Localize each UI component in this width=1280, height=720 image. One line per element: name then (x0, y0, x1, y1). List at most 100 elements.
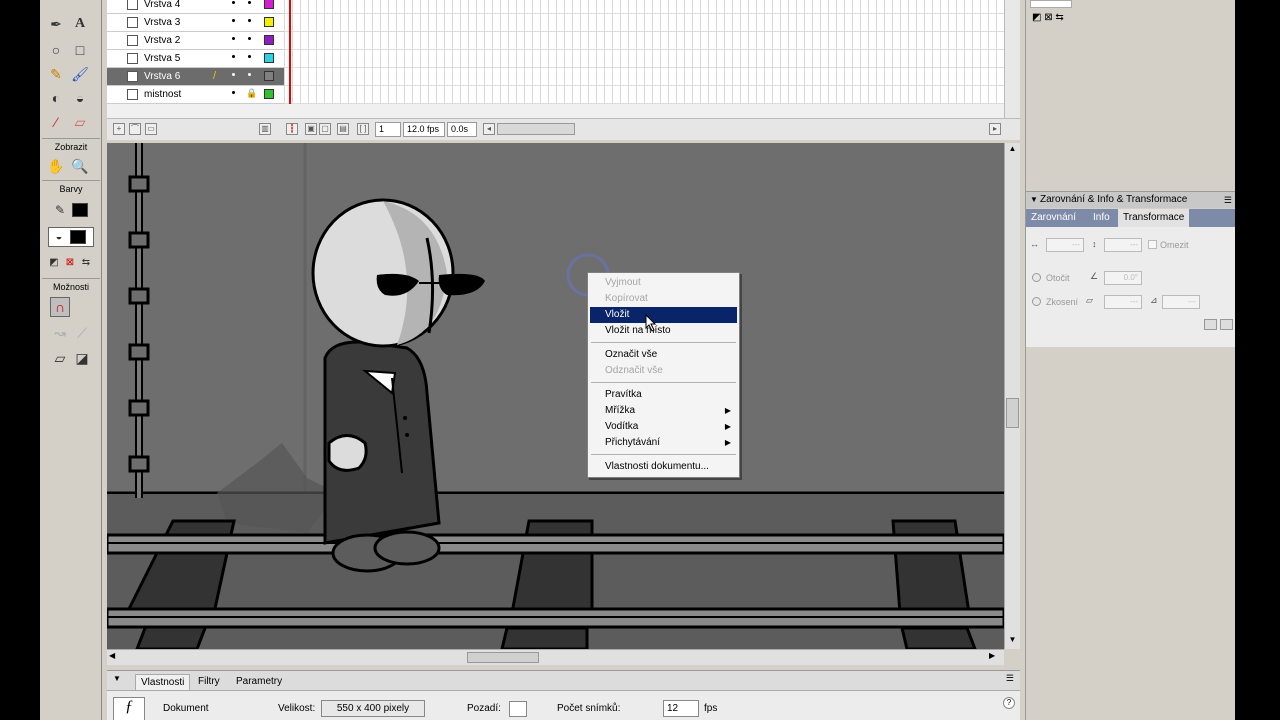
scroll-down-arrow-icon[interactable]: ▼ (1006, 635, 1019, 647)
menu-item-document-properties[interactable]: Vlastnosti dokumentu... (590, 459, 737, 475)
add-layer-icon[interactable]: + (113, 123, 125, 135)
outline-color-box[interactable] (264, 53, 274, 63)
visibility-dot[interactable] (232, 73, 235, 76)
menu-item-guides[interactable]: Vodítka ▶ (590, 419, 737, 435)
eyedropper-icon[interactable]: ⁄ (46, 112, 66, 132)
add-folder-icon[interactable]: ▭ (145, 123, 157, 135)
paint-bucket-icon[interactable]: ◒ (70, 88, 90, 108)
text-tool-icon[interactable]: A (70, 14, 90, 34)
lock-dot[interactable] (248, 73, 251, 76)
tab-filters[interactable]: Filtry (193, 674, 225, 690)
height-scale-field[interactable]: --- (1104, 238, 1142, 252)
swap-colors-icon[interactable]: ⇆ (76, 252, 96, 272)
brush-icon[interactable]: 🖌 (70, 64, 90, 84)
scroll-up-arrow-icon[interactable]: ▲ (1006, 144, 1019, 156)
zoom-icon[interactable]: 🔍 (70, 156, 90, 176)
rotate-radio[interactable] (1032, 273, 1041, 282)
stage-vertical-scroll-thumb[interactable] (1006, 398, 1019, 428)
outline-color-box[interactable] (264, 17, 274, 27)
center-frame-icon[interactable]: ┇ (286, 123, 298, 135)
outline-color-box[interactable] (264, 89, 274, 99)
layer-row[interactable]: Vrstva 5 (107, 50, 284, 68)
stage-horizontal-scroll-thumb[interactable] (467, 652, 539, 663)
timeline-horizontal-scroll-thumb[interactable] (497, 123, 575, 135)
pen-icon[interactable]: ✒ (46, 14, 66, 34)
rotate-skew-icon[interactable]: ▱ (50, 348, 70, 368)
outline-color-box[interactable] (264, 0, 274, 9)
menu-item-paste[interactable]: Vložit (590, 307, 737, 323)
lock-icon[interactable]: 🔒 (246, 88, 257, 99)
fill-color-row[interactable]: ◒ (48, 227, 94, 247)
frame-rate-input[interactable]: 12 (663, 700, 699, 717)
hand-icon[interactable]: ✋ (46, 156, 66, 176)
oval-icon[interactable]: ○ (46, 40, 66, 60)
color-mode-icons[interactable]: ◩ ⊠ ⇆ (1032, 12, 1064, 23)
visibility-dot[interactable] (232, 19, 235, 22)
background-color-swatch[interactable] (509, 701, 527, 717)
timeline-vertical-scrollbar[interactable] (1004, 0, 1020, 120)
stage-vertical-scrollbar[interactable]: ▲ ▼ (1004, 143, 1020, 649)
skew-radio[interactable] (1032, 297, 1041, 306)
outline-color-box[interactable] (264, 35, 274, 45)
pencil-icon[interactable]: ✎ (46, 64, 66, 84)
lock-dot[interactable] (248, 55, 251, 58)
help-icon[interactable]: ? (1003, 697, 1015, 709)
menu-item-snapping[interactable]: Přichytávání ▶ (590, 435, 737, 451)
tab-parameters[interactable]: Parametry (231, 674, 287, 690)
document-size-button[interactable]: 550 x 400 pixely (321, 700, 425, 717)
stage-horizontal-scrollbar[interactable]: ◀ ▶ (107, 649, 1004, 665)
tab-transform[interactable]: Transformace (1118, 209, 1190, 227)
menu-item-select-all[interactable]: Označit vše (590, 347, 737, 363)
scroll-left-arrow-icon[interactable]: ◂ (483, 123, 495, 135)
snap-magnet-icon[interactable]: ∩ (50, 297, 70, 317)
stroke-color-swatch[interactable] (72, 203, 88, 217)
menu-item-paste-in-place[interactable]: Vložit na místo (590, 323, 737, 339)
visibility-dot[interactable] (232, 55, 235, 58)
scroll-right-arrow-icon[interactable]: ▶ (989, 651, 1001, 664)
tab-info[interactable]: Info (1088, 209, 1115, 227)
collapse-arrow-icon[interactable]: ▼ (113, 674, 121, 683)
stage-canvas[interactable] (107, 143, 1004, 649)
visibility-dot[interactable] (232, 1, 235, 4)
delete-layer-icon[interactable]: ▥ (259, 123, 271, 135)
copy-transform-icon[interactable] (1204, 319, 1217, 330)
edit-multiple-frames-icon[interactable]: ▤ (337, 123, 349, 135)
onion-outline-icon[interactable]: ▢ (319, 123, 331, 135)
onion-skin-icon[interactable]: ▣ (305, 123, 317, 135)
skew-vertical-field[interactable]: --- (1162, 295, 1200, 309)
scale-icon[interactable]: ◪ (72, 348, 92, 368)
layer-row[interactable]: Vrstva 2 (107, 32, 284, 50)
panel-menu-icon[interactable]: ☰ (1224, 192, 1232, 208)
tab-properties[interactable]: Vlastnosti (135, 674, 191, 690)
onion-markers-icon[interactable]: [ ] (357, 123, 369, 135)
panel-header[interactable]: ▼ Zarovnání & Info & Transformace ☰ (1026, 191, 1235, 208)
layer-row[interactable]: Vrstva 3 (107, 14, 284, 32)
layer-row[interactable]: mistnost 🔒 (107, 86, 284, 104)
visibility-dot[interactable] (232, 37, 235, 40)
visibility-dot[interactable] (232, 91, 235, 94)
width-scale-field[interactable]: --- (1046, 238, 1084, 252)
reset-transform-icon[interactable] (1220, 319, 1233, 330)
rotate-field[interactable]: 0.0° (1104, 271, 1142, 285)
skew-horizontal-field[interactable]: --- (1104, 295, 1142, 309)
collapse-arrow-icon[interactable]: ▼ (1030, 192, 1038, 208)
add-motion-guide-icon[interactable]: ⌒ (129, 123, 141, 135)
eraser-icon[interactable]: ▱ (70, 112, 90, 132)
layer-row[interactable]: Vrstva 4 (107, 0, 284, 14)
ink-bottle-icon[interactable]: ◐ (46, 88, 66, 108)
constrain-checkbox[interactable] (1148, 240, 1157, 249)
lock-dot[interactable] (248, 37, 251, 40)
panel-menu-icon[interactable]: ☰ (1006, 673, 1014, 684)
lock-dot[interactable] (248, 1, 251, 4)
scroll-right-arrow-icon[interactable]: ▸ (989, 123, 1001, 135)
lock-dot[interactable] (248, 19, 251, 22)
rectangle-icon[interactable]: □ (70, 40, 90, 60)
playhead[interactable] (289, 0, 291, 104)
outline-color-box[interactable] (264, 71, 274, 81)
tab-align[interactable]: Zarovnání (1026, 209, 1081, 227)
menu-item-grid[interactable]: Mřížka ▶ (590, 403, 737, 419)
frame-grid[interactable] (284, 0, 1004, 104)
menu-item-rulers[interactable]: Pravítka (590, 387, 737, 403)
layer-row-selected[interactable]: Vrstva 6 / (107, 68, 284, 86)
scroll-left-arrow-icon[interactable]: ◀ (109, 651, 121, 664)
